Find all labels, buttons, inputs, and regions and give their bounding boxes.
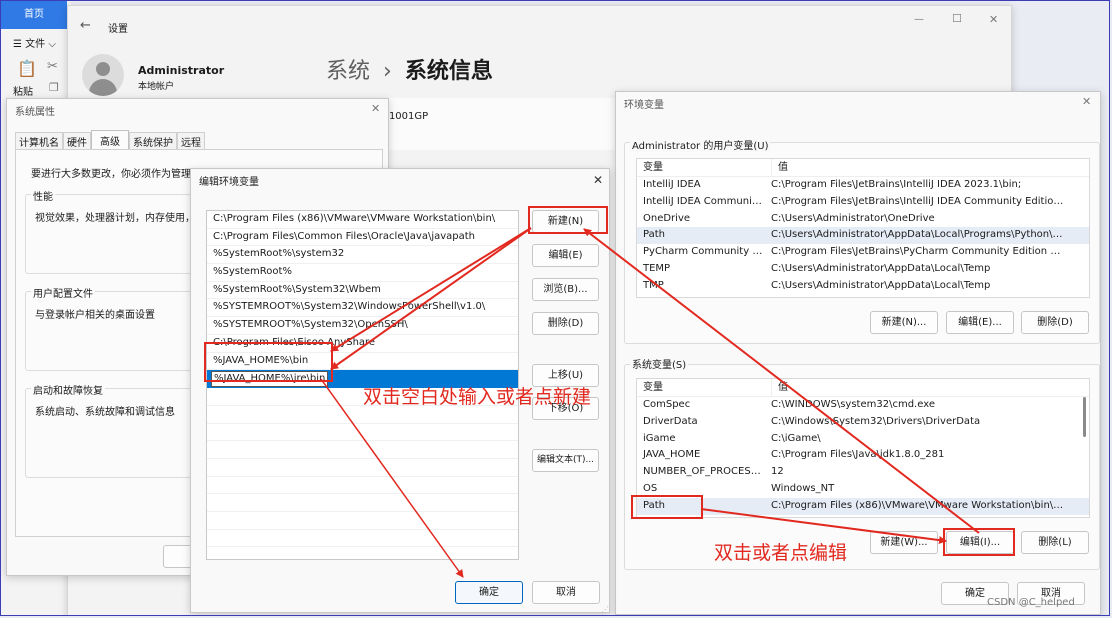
highlight-new-button xyxy=(528,206,608,234)
arrow-path-to-edit xyxy=(700,508,947,545)
annotation-note-2: 双击或者点编辑 xyxy=(714,542,848,564)
annotation-arrows xyxy=(320,227,980,578)
highlight-path-var xyxy=(631,495,703,519)
annotation-note-1: 双击空白处输入或者点新建 xyxy=(363,386,592,408)
highlight-edit-button xyxy=(943,528,1015,556)
arrow-path-to-new xyxy=(583,228,980,534)
highlight-new-entries xyxy=(204,342,333,382)
arrow-to-new-from-list-2 xyxy=(330,227,532,370)
screenshot-frame: 首页 ☰ 文件 ⌵ 📋 ✂ 粘贴 ❐ ← 设置 — ☐ ✕ Administra… xyxy=(0,0,1110,616)
watermark: CSDN @C_helped xyxy=(987,597,1075,608)
arrow-to-new-from-list xyxy=(330,227,532,352)
